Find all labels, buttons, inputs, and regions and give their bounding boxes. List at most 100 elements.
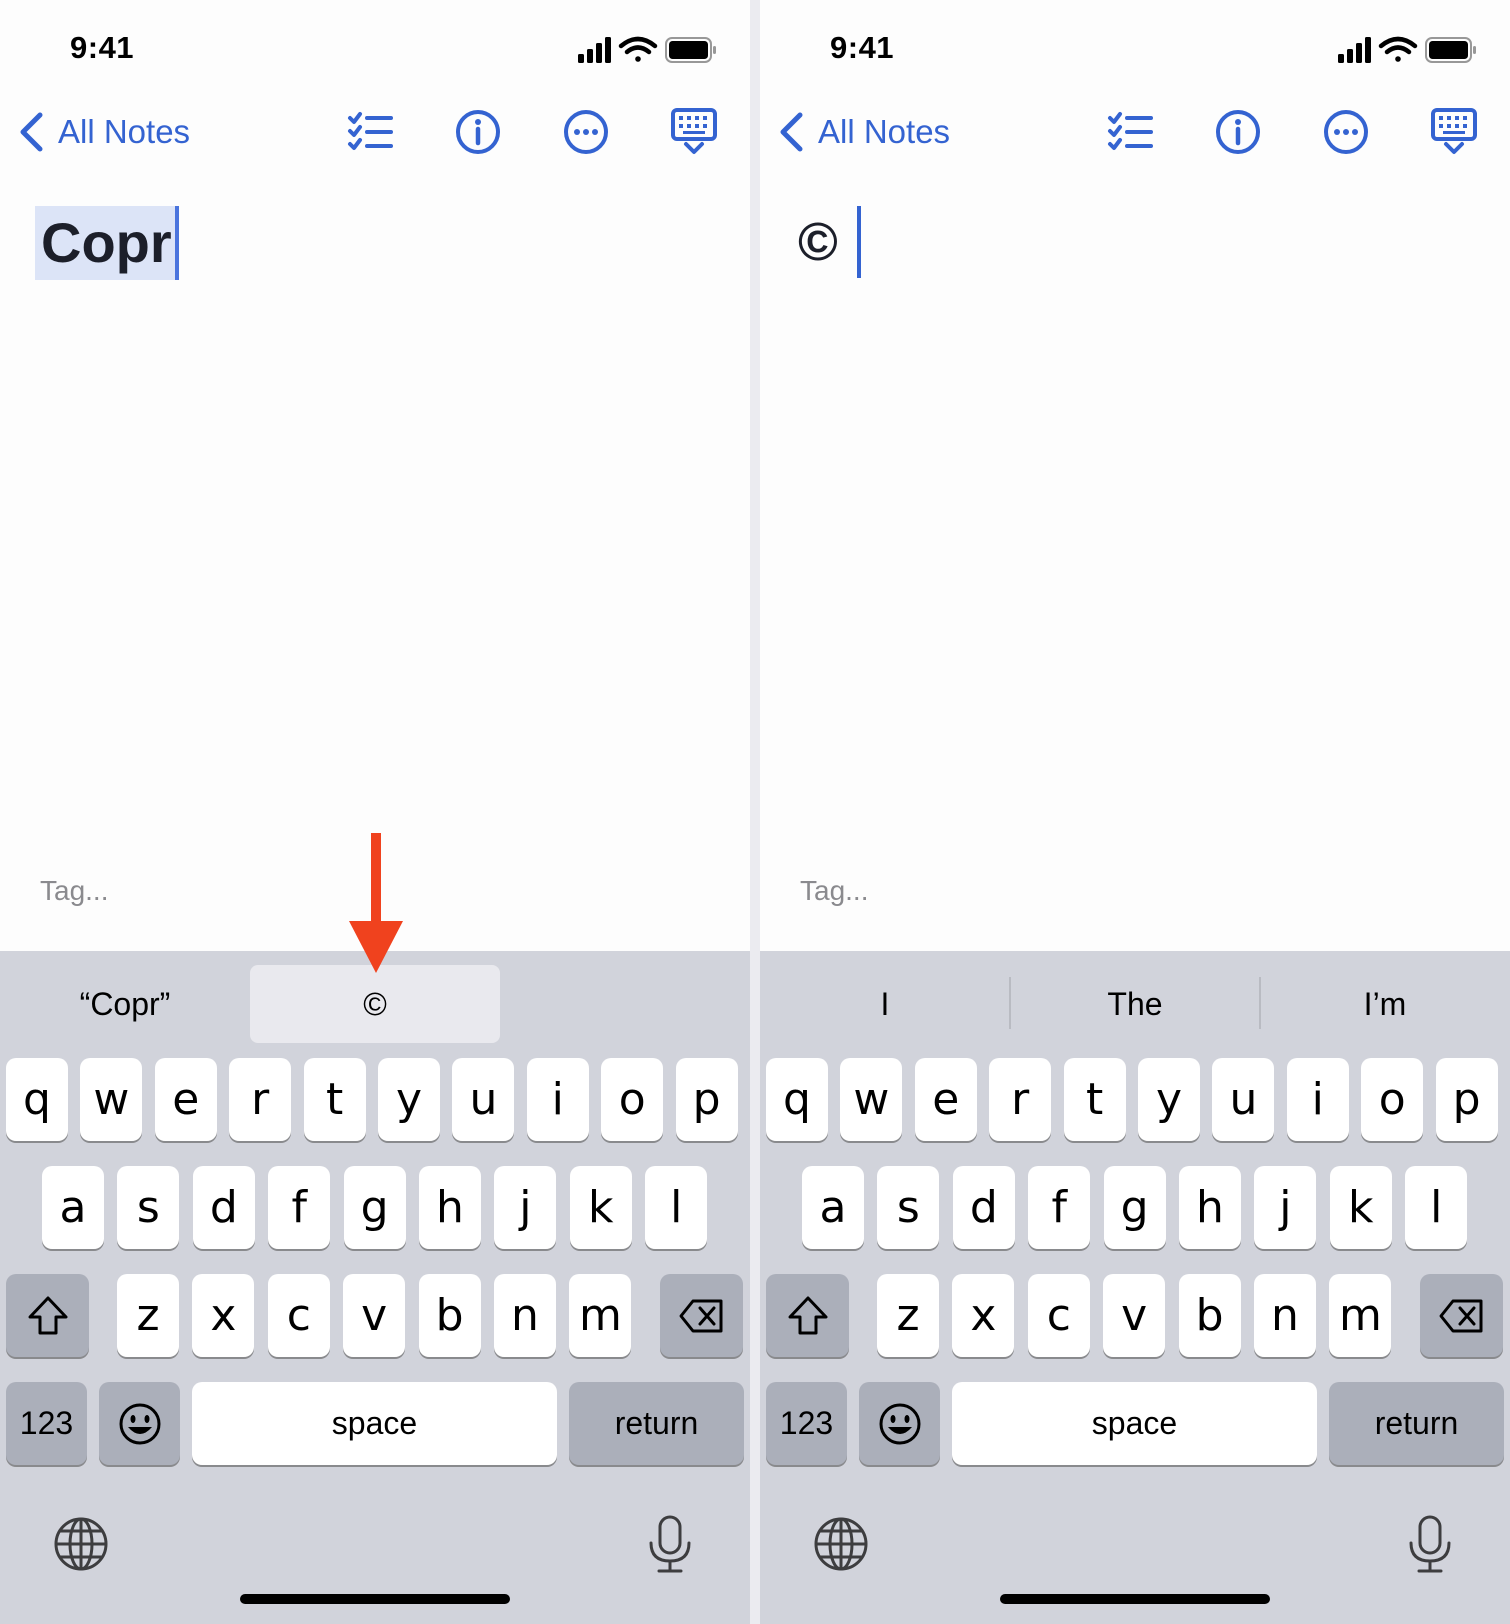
key-g[interactable]: g xyxy=(1103,1166,1166,1249)
key-z[interactable]: z xyxy=(877,1274,939,1357)
globe-button[interactable] xyxy=(52,1515,110,1573)
key-v[interactable]: v xyxy=(1103,1274,1166,1357)
tag-field[interactable]: Tag... xyxy=(40,875,108,907)
key-x[interactable]: x xyxy=(952,1274,1015,1357)
numbers-key[interactable]: 123 xyxy=(6,1382,87,1465)
shift-key[interactable] xyxy=(766,1274,849,1357)
key-m[interactable]: m xyxy=(569,1274,632,1357)
space-key[interactable]: space xyxy=(952,1382,1317,1465)
numbers-key[interactable]: 123 xyxy=(766,1382,847,1465)
checklist-button[interactable] xyxy=(345,106,397,158)
key-u[interactable]: u xyxy=(1212,1058,1275,1141)
key-w[interactable]: w xyxy=(80,1058,143,1141)
back-button[interactable]: All Notes xyxy=(18,108,190,156)
key-y[interactable]: y xyxy=(1138,1058,1200,1141)
key-o[interactable]: o xyxy=(601,1058,664,1141)
key-t[interactable]: t xyxy=(1063,1058,1126,1141)
key-d[interactable]: d xyxy=(952,1166,1015,1249)
key-q[interactable]: q xyxy=(6,1058,68,1141)
prediction-2[interactable]: © xyxy=(250,965,500,1043)
key-o[interactable]: o xyxy=(1361,1058,1424,1141)
status-icons xyxy=(578,36,716,63)
key-r[interactable]: r xyxy=(989,1058,1052,1141)
key-j[interactable]: j xyxy=(494,1166,557,1249)
key-f[interactable]: f xyxy=(1028,1166,1091,1249)
emoji-key[interactable] xyxy=(99,1382,180,1465)
key-v[interactable]: v xyxy=(343,1274,406,1357)
key-i[interactable]: i xyxy=(1286,1058,1349,1141)
delete-key[interactable] xyxy=(1420,1274,1503,1357)
microphone-icon xyxy=(649,1515,691,1573)
info-button[interactable] xyxy=(452,106,504,158)
key-b[interactable]: b xyxy=(1178,1274,1241,1357)
prediction-3[interactable] xyxy=(500,965,750,1043)
key-n[interactable]: n xyxy=(1254,1274,1316,1357)
selection-handle[interactable] xyxy=(174,206,179,280)
globe-icon xyxy=(814,1517,868,1571)
key-q[interactable]: q xyxy=(766,1058,828,1141)
key-t[interactable]: t xyxy=(303,1058,366,1141)
key-j[interactable]: j xyxy=(1254,1166,1317,1249)
prediction-1[interactable]: I xyxy=(760,965,1010,1043)
key-z[interactable]: z xyxy=(117,1274,179,1357)
key-e[interactable]: e xyxy=(154,1058,217,1141)
key-c[interactable]: c xyxy=(1027,1274,1090,1357)
info-button[interactable] xyxy=(1212,106,1264,158)
home-indicator[interactable] xyxy=(240,1594,510,1604)
key-g[interactable]: g xyxy=(343,1166,406,1249)
key-c[interactable]: c xyxy=(267,1274,330,1357)
key-d[interactable]: d xyxy=(192,1166,255,1249)
battery-icon xyxy=(1425,37,1476,63)
note-body[interactable]: Copr xyxy=(35,206,179,280)
key-l[interactable]: l xyxy=(645,1166,708,1249)
key-p[interactable]: p xyxy=(1435,1058,1498,1141)
prediction-2[interactable]: The xyxy=(1010,965,1260,1043)
key-r[interactable]: r xyxy=(229,1058,292,1141)
home-indicator[interactable] xyxy=(1000,1594,1270,1604)
key-l[interactable]: l xyxy=(1405,1166,1468,1249)
return-key[interactable]: return xyxy=(1329,1382,1504,1465)
key-h[interactable]: h xyxy=(419,1166,481,1249)
shift-key[interactable] xyxy=(6,1274,89,1357)
microphone-button[interactable] xyxy=(641,1515,699,1573)
keyboard-dismiss-button[interactable] xyxy=(668,106,720,158)
more-button[interactable] xyxy=(1320,106,1372,158)
key-n[interactable]: n xyxy=(494,1274,556,1357)
key-k[interactable]: k xyxy=(1329,1166,1392,1249)
space-key[interactable]: space xyxy=(192,1382,557,1465)
key-y[interactable]: y xyxy=(378,1058,440,1141)
more-button[interactable] xyxy=(560,106,612,158)
delete-key[interactable] xyxy=(660,1274,743,1357)
key-i[interactable]: i xyxy=(526,1058,589,1141)
key-m[interactable]: m xyxy=(1329,1274,1392,1357)
battery-icon xyxy=(665,37,716,63)
back-label: All Notes xyxy=(58,113,191,150)
key-x[interactable]: x xyxy=(192,1274,255,1357)
prediction-1[interactable]: “Copr” xyxy=(0,965,250,1043)
key-f[interactable]: f xyxy=(268,1166,331,1249)
key-e[interactable]: e xyxy=(914,1058,977,1141)
checklist-button[interactable] xyxy=(1105,106,1157,158)
key-b[interactable]: b xyxy=(418,1274,481,1357)
key-u[interactable]: u xyxy=(452,1058,515,1141)
key-s[interactable]: s xyxy=(877,1166,940,1249)
globe-button[interactable] xyxy=(812,1515,870,1573)
note-text[interactable]: © xyxy=(798,212,838,272)
tag-field[interactable]: Tag... xyxy=(800,875,868,907)
keyboard-dismiss-button[interactable] xyxy=(1428,106,1480,158)
microphone-button[interactable] xyxy=(1401,1515,1459,1573)
back-button[interactable]: All Notes xyxy=(778,108,950,156)
microphone-icon xyxy=(1409,1515,1451,1573)
key-a[interactable]: a xyxy=(802,1166,864,1249)
key-a[interactable]: a xyxy=(42,1166,104,1249)
key-s[interactable]: s xyxy=(117,1166,180,1249)
return-key[interactable]: return xyxy=(569,1382,744,1465)
delete-icon xyxy=(1439,1299,1482,1332)
status-time: 9:41 xyxy=(70,30,135,65)
key-p[interactable]: p xyxy=(675,1058,738,1141)
key-w[interactable]: w xyxy=(840,1058,903,1141)
key-k[interactable]: k xyxy=(569,1166,632,1249)
prediction-3[interactable]: I’m xyxy=(1260,965,1510,1043)
emoji-key[interactable] xyxy=(859,1382,940,1465)
key-h[interactable]: h xyxy=(1179,1166,1241,1249)
